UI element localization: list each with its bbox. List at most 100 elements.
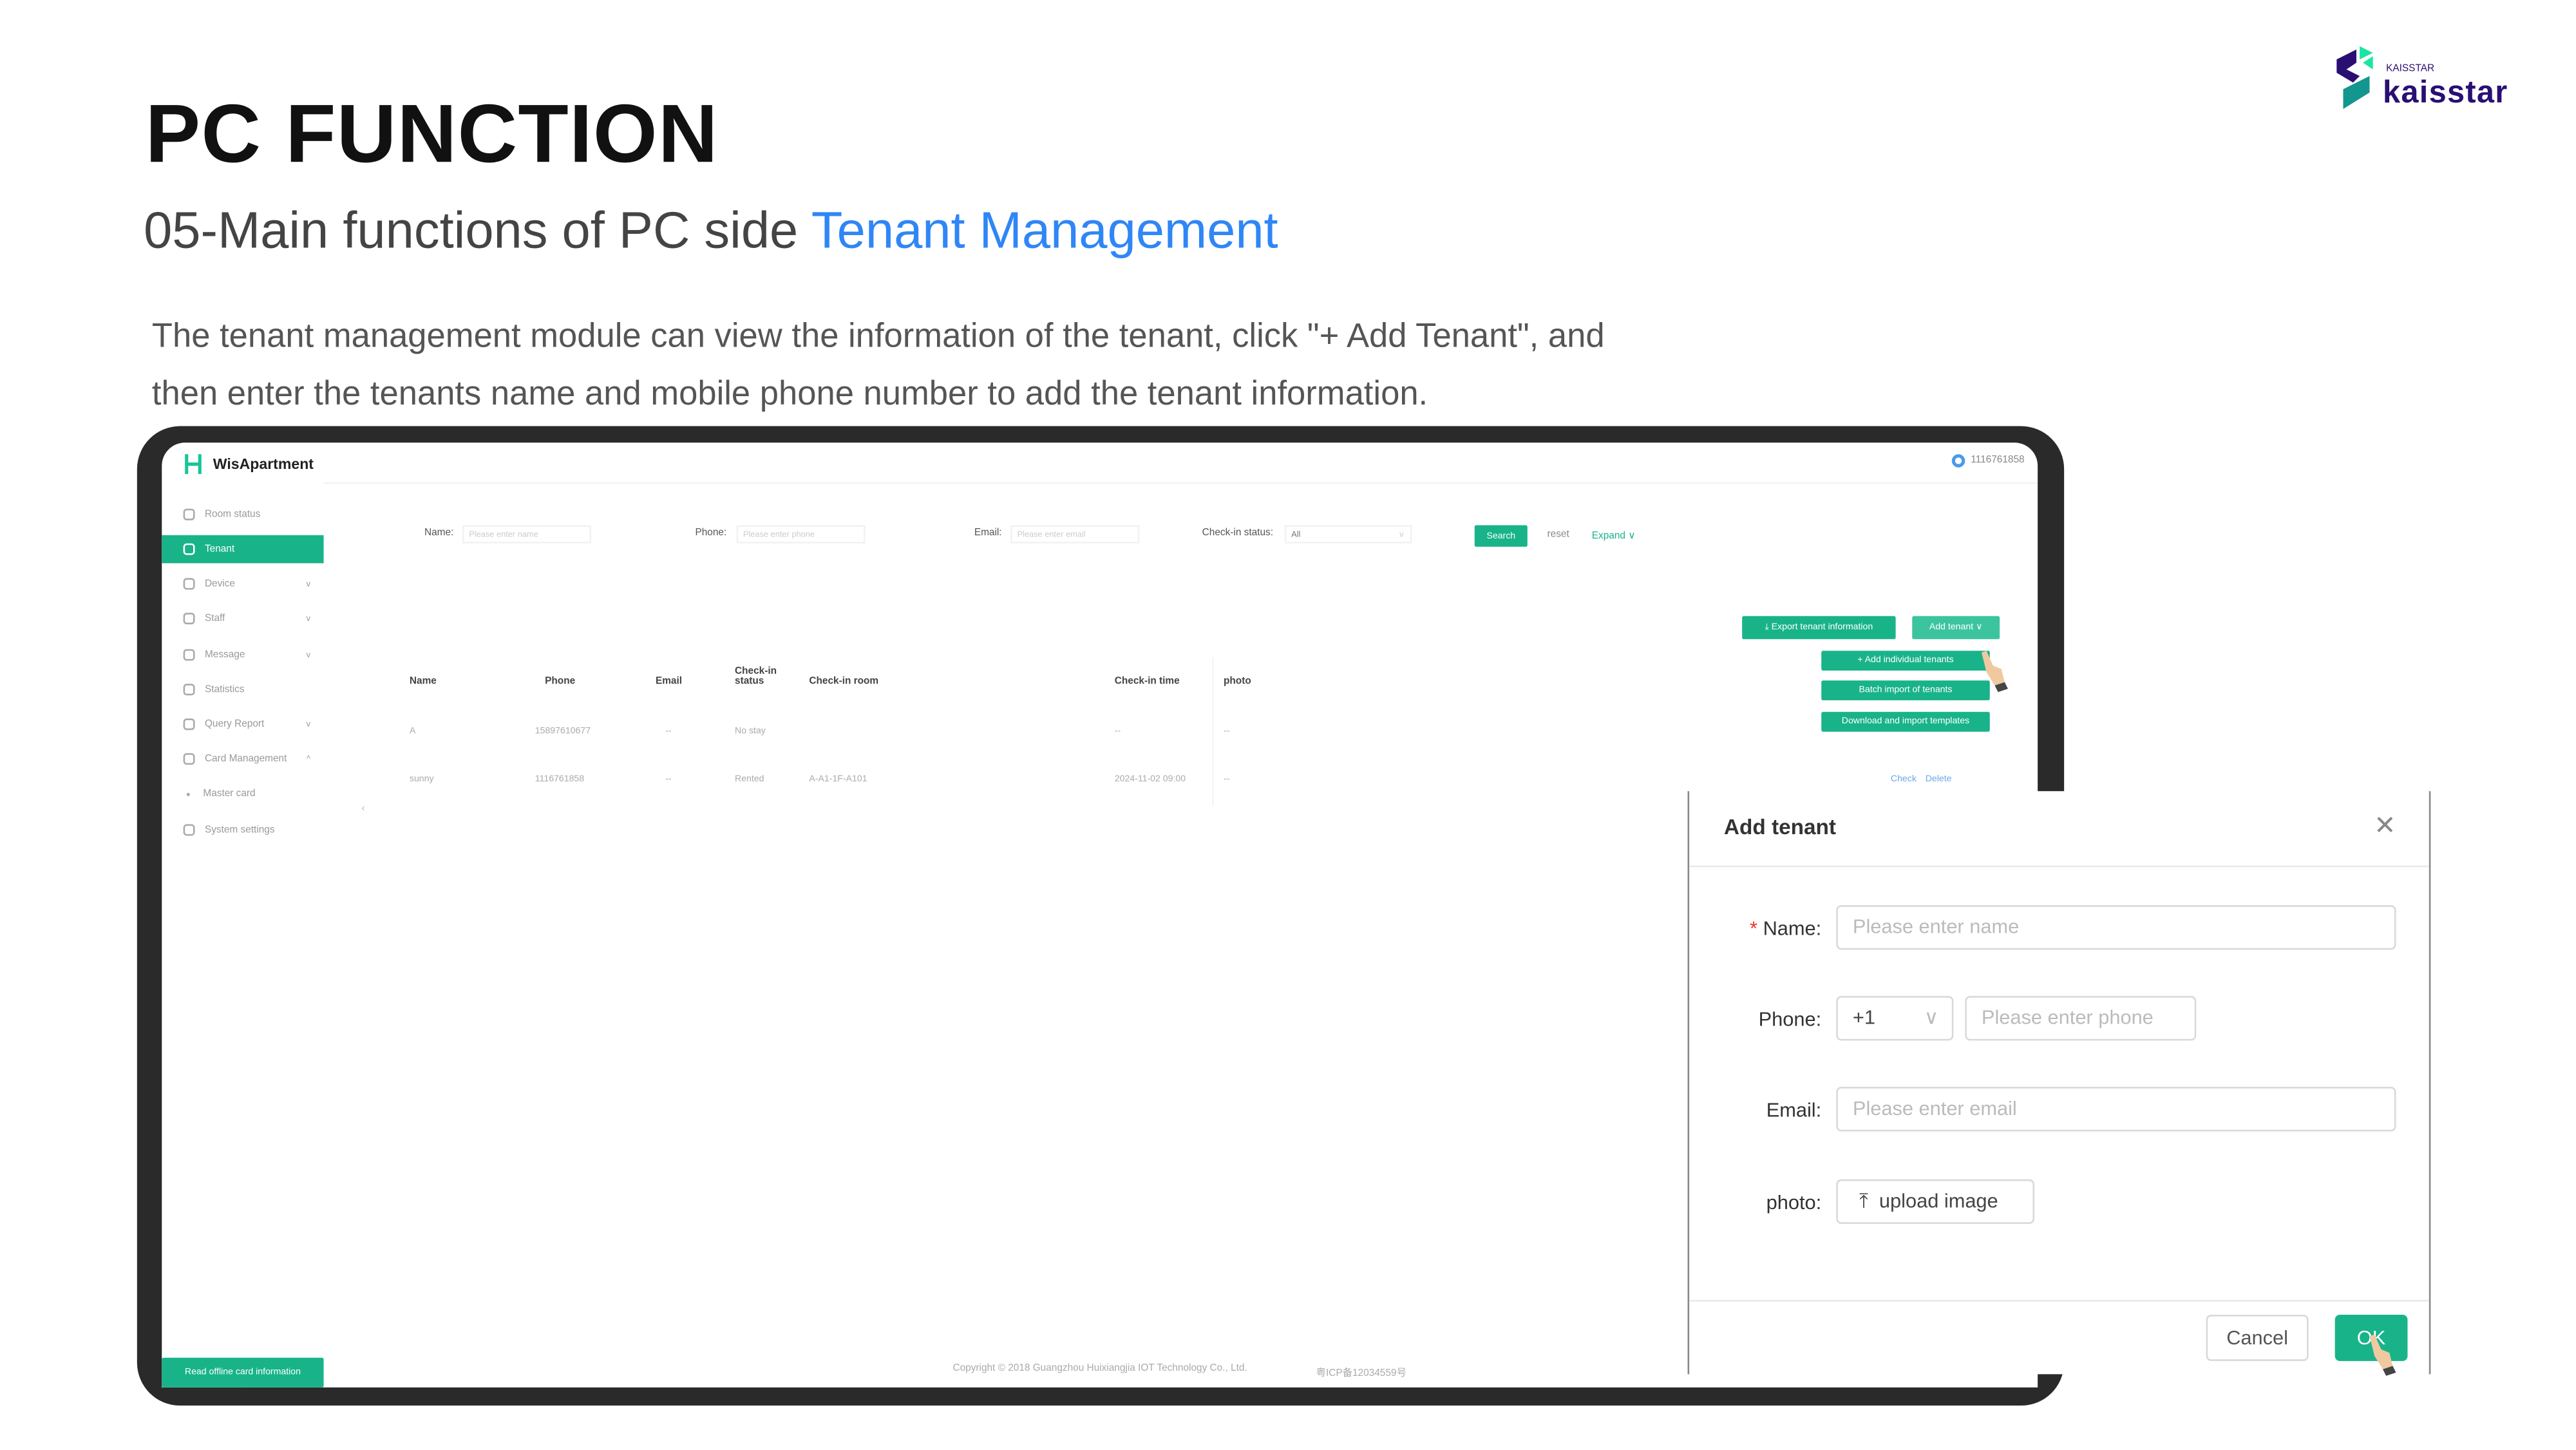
phone-filter-label: Phone: (695, 528, 727, 539)
wisapartment-logo-icon (185, 454, 202, 474)
chart-icon (183, 683, 195, 696)
chevron-down-icon[interactable]: v (307, 650, 310, 660)
description-line: The tenant management module can view th… (151, 317, 1605, 356)
dot-icon (186, 792, 190, 796)
name-filter-label: Name: (424, 528, 454, 539)
sidebar-item-device[interactable]: Device v (162, 570, 323, 598)
sidebar-item-label: Card Management (204, 754, 287, 764)
slide-title: PC FUNCTION (145, 87, 719, 180)
sidebar-item-label: Device (204, 578, 235, 589)
logo-small-text: KAISSTAR (2386, 64, 2435, 75)
table-cell: -- (1114, 727, 1121, 737)
delete-link[interactable]: Delete (1926, 775, 1952, 785)
sidebar-item-label: Room status (204, 510, 261, 520)
name-label: Name: (1763, 917, 1822, 940)
upload-label: upload image (1879, 1189, 1998, 1213)
phone-filter-input[interactable]: Please enter phone (736, 525, 866, 544)
app-name: WisApartment (213, 455, 314, 473)
table-cell: A-A1-1F-A101 (809, 774, 867, 785)
status-filter-label: Check-in status: (1202, 528, 1274, 539)
email-label: Email: (1766, 1098, 1822, 1122)
pointing-hand-icon (2369, 1334, 2396, 1376)
table-cell: -- (665, 727, 672, 737)
add-tenant-modal: Add tenant ✕ * Name: Please enter name P… (1687, 791, 2431, 1376)
cancel-button[interactable]: Cancel (2206, 1315, 2309, 1361)
expand-button[interactable]: Expand ∨ (1592, 530, 1636, 542)
chevron-down-icon[interactable]: v (307, 720, 310, 729)
column-header: Name (409, 677, 437, 687)
export-label: Export tenant information (1771, 622, 1873, 633)
collapse-sidebar-icon[interactable]: ‹ (362, 805, 365, 814)
photo-label: photo: (1766, 1190, 1822, 1214)
add-tenant-dropdown-button[interactable]: Add tenant ∨ (1912, 616, 2000, 640)
upload-image-button[interactable]: ⤒ upload image (1836, 1179, 2034, 1224)
email-input[interactable]: Please enter email (1836, 1087, 2396, 1132)
chevron-down-icon: ∨ (1976, 622, 1983, 633)
sidebar-item-system-settings[interactable]: System settings (162, 816, 323, 844)
modal-header-divider (1689, 865, 2429, 868)
user-id: 1116761858 (1971, 455, 2025, 466)
read-offline-card-button[interactable]: Read offline card information (162, 1357, 324, 1388)
column-header: photo (1223, 677, 1251, 687)
table-cell: 1116761858 (535, 774, 585, 785)
slide: PC FUNCTION 05-Main functions of PC side… (0, 0, 2576, 1450)
close-icon[interactable]: ✕ (2374, 809, 2396, 842)
chevron-down-icon: ∨ (1628, 531, 1636, 542)
app-logo[interactable]: WisApartment (182, 453, 314, 476)
sidebar-item-label: Message (204, 649, 245, 660)
required-mark: * (1750, 917, 1758, 940)
upload-icon: ⤒ (1859, 1189, 1879, 1213)
sidebar-item-query-report[interactable]: Query Report v (162, 711, 323, 739)
country-code-select[interactable]: +1 ∨ (1836, 996, 1954, 1041)
phone-label: Phone: (1758, 1007, 1822, 1031)
expand-label: Expand (1591, 531, 1625, 542)
column-header: Phone (545, 677, 576, 687)
avatar-icon (1951, 454, 1965, 468)
table-cell: -- (1223, 727, 1230, 737)
sidebar-item-label: Query Report (204, 719, 265, 730)
pointing-hand-icon (1981, 651, 2008, 692)
slide-description: The tenant management module can view th… (152, 307, 1738, 423)
sidebar-item-master-card[interactable]: Master card (162, 779, 323, 808)
phone-input[interactable]: Please enter phone (1965, 996, 2197, 1041)
user-menu[interactable]: 1116761858 (1951, 454, 2025, 468)
chevron-down-icon[interactable]: v (307, 579, 310, 589)
batch-import-item[interactable]: Batch import of tenants (1821, 680, 1990, 701)
sidebar-item-message[interactable]: Message v (162, 641, 323, 669)
email-filter-input[interactable]: Please enter email (1010, 525, 1140, 544)
sidebar-item-card-management[interactable]: Card Management ^ (162, 745, 323, 773)
status-value: All (1291, 530, 1301, 540)
column-header: Check-in time (1114, 677, 1180, 687)
search-button[interactable]: Search (1474, 525, 1528, 547)
name-input[interactable]: Please enter name (1836, 905, 2396, 950)
footer-icp[interactable]: 粤ICP备12034559号 (1316, 1364, 1406, 1379)
email-filter-label: Email: (974, 528, 1002, 539)
sidebar-item-room-status[interactable]: Room status (162, 501, 323, 529)
sidebar-item-staff[interactable]: Staff v (162, 604, 323, 633)
modal-footer-divider (1689, 1299, 2429, 1302)
download-templates-item[interactable]: Download and import templates (1821, 712, 1990, 732)
modal-title: Add tenant (1723, 814, 1836, 839)
name-filter-input[interactable]: Please enter name (462, 525, 591, 544)
column-header: Check-in room (809, 677, 879, 687)
sidebar-item-label: Tenant (204, 544, 235, 555)
chevron-up-icon[interactable]: ^ (307, 754, 310, 764)
table-cell: Rented (735, 774, 764, 785)
chevron-down-icon[interactable]: v (307, 614, 310, 624)
bell-icon (183, 649, 195, 661)
sidebar-item-tenant[interactable]: Tenant (162, 535, 324, 564)
add-individual-tenants-item[interactable]: + Add individual tenants (1821, 651, 1990, 671)
reset-button[interactable]: reset (1548, 530, 1569, 540)
table-cell: No stay (735, 727, 766, 737)
export-tenant-button[interactable]: ⤓ Export tenant information (1742, 616, 1896, 640)
sidebar-item-label: System settings (204, 825, 275, 835)
check-link[interactable]: Check (1891, 775, 1917, 785)
table-cell: -- (665, 774, 672, 785)
sidebar-item-label: Statistics (204, 684, 245, 695)
column-header: Check-in status (735, 667, 777, 687)
status-filter-select[interactable]: All v (1284, 525, 1412, 544)
sidebar-item-statistics[interactable]: Statistics (162, 676, 323, 704)
kaisstar-logo-icon (2336, 46, 2373, 110)
footer-copyright: Copyright © 2018 Guangzhou Huixiangjia I… (952, 1364, 1247, 1375)
brand-logo: KAISSTAR kaisstar (2336, 46, 2526, 116)
